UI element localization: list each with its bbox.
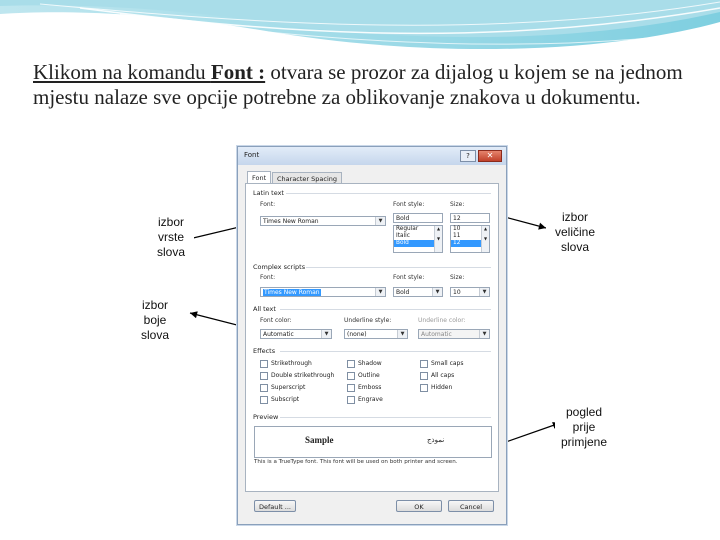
latin-style-label: Font style: <box>393 201 425 208</box>
checkbox-all-caps[interactable]: All caps <box>420 371 454 380</box>
checkbox-box[interactable] <box>260 383 268 392</box>
preview-arabic-text: نموذج <box>427 436 445 444</box>
chevron-down-icon[interactable]: ▼ <box>321 330 331 338</box>
checkbox-strikethrough[interactable]: Strikethrough <box>260 359 312 368</box>
preview-note: This is a TrueType font. This font will … <box>254 459 458 465</box>
complex-size-label: Size: <box>450 274 465 281</box>
callout-preview: pogled prije primjene <box>555 405 613 450</box>
complex-font-combo[interactable]: Times New Roman ▼ <box>260 287 386 297</box>
latin-size-label: Size: <box>450 201 465 208</box>
divider <box>286 193 491 194</box>
latin-font-combo[interactable]: Times New Roman ▼ <box>260 216 386 226</box>
checkbox-box[interactable] <box>260 371 268 380</box>
checkbox-box[interactable] <box>347 383 355 392</box>
latin-size-input[interactable]: 12 <box>450 213 490 223</box>
scrollbar[interactable]: ▲ ▼ <box>434 226 442 252</box>
callout-font-size: izbor veličine slova <box>546 210 604 255</box>
checkbox-small-caps[interactable]: Small caps <box>420 359 463 368</box>
chevron-down-icon[interactable]: ▼ <box>375 288 385 296</box>
checkbox-engrave[interactable]: Engrave <box>347 395 383 404</box>
complex-scripts-heading: Complex scripts <box>253 263 306 271</box>
checkbox-double-strikethrough[interactable]: Double strikethrough <box>260 371 334 380</box>
intro-font-command: Font : <box>210 60 266 84</box>
callout-font-color: izbor boje slova <box>134 298 176 343</box>
divider <box>306 267 491 268</box>
checkbox-subscript[interactable]: Subscript <box>260 395 299 404</box>
checkbox-outline[interactable]: Outline <box>347 371 380 380</box>
help-button[interactable]: ? <box>460 150 476 162</box>
latin-style-input[interactable]: Bold <box>393 213 443 223</box>
font-dialog: Font ? ✕ Font Character Spacing Latin te… <box>237 146 507 525</box>
default-button[interactable]: Default ... <box>254 500 296 512</box>
scrollbar[interactable]: ▲ ▼ <box>481 226 489 252</box>
checkbox-box[interactable] <box>347 359 355 368</box>
chevron-down-icon[interactable]: ▼ <box>375 217 385 225</box>
checkbox-box[interactable] <box>347 395 355 404</box>
font-color-combo[interactable]: Automatic ▼ <box>260 329 332 339</box>
chevron-down-icon[interactable]: ▼ <box>397 330 407 338</box>
checkbox-box[interactable] <box>420 371 428 380</box>
divider <box>280 309 491 310</box>
complex-style-combo[interactable]: Bold ▼ <box>393 287 443 297</box>
arrow-preview <box>502 421 561 444</box>
complex-style-label: Font style: <box>393 274 425 281</box>
underline-color-combo[interactable]: Automatic ▼ <box>418 329 490 339</box>
chevron-down-icon[interactable]: ▼ <box>479 288 489 296</box>
divider <box>280 351 491 352</box>
intro-paragraph: Klikom na komandu Font : otvara se prozo… <box>33 60 703 110</box>
checkbox-shadow[interactable]: Shadow <box>347 359 382 368</box>
complex-size-combo[interactable]: 10 ▼ <box>450 287 490 297</box>
checkbox-box[interactable] <box>420 383 428 392</box>
checkbox-hidden[interactable]: Hidden <box>420 383 452 392</box>
callout-font-type: izbor vrste slova <box>148 215 194 260</box>
latin-text-heading: Latin text <box>253 189 284 197</box>
dialog-title: Font <box>244 151 260 159</box>
close-button[interactable]: ✕ <box>478 150 502 162</box>
cancel-button[interactable]: Cancel <box>448 500 494 512</box>
underline-color-label: Underline color: <box>418 317 466 324</box>
checkbox-box[interactable] <box>420 359 428 368</box>
latin-size-list[interactable]: 10 11 12 ▲ ▼ <box>450 225 490 253</box>
divider <box>280 417 491 418</box>
dialog-titlebar: Font ? ✕ <box>238 147 506 165</box>
checkbox-box[interactable] <box>260 395 268 404</box>
chevron-down-icon[interactable]: ▼ <box>479 330 489 338</box>
checkbox-superscript[interactable]: Superscript <box>260 383 305 392</box>
header-decoration <box>0 0 720 50</box>
preview-heading: Preview <box>253 413 279 421</box>
checkbox-box[interactable] <box>347 371 355 380</box>
effects-heading: Effects <box>253 347 276 355</box>
complex-font-label: Font: <box>260 274 276 281</box>
checkbox-box[interactable] <box>260 359 268 368</box>
preview-box: Sample نموذج <box>254 426 492 458</box>
font-color-label: Font color: <box>260 317 292 324</box>
underline-style-combo[interactable]: (none) ▼ <box>344 329 408 339</box>
intro-command-text: Klikom na komandu <box>33 60 211 84</box>
ok-button[interactable]: OK <box>396 500 442 512</box>
latin-font-label: Font: <box>260 201 276 208</box>
chevron-down-icon[interactable]: ▼ <box>432 288 442 296</box>
underline-style-label: Underline style: <box>344 317 392 324</box>
latin-style-list[interactable]: Regular Italic Bold ▲ ▼ <box>393 225 443 253</box>
preview-sample-text: Sample <box>305 435 334 445</box>
all-text-heading: All text <box>253 305 276 313</box>
checkbox-emboss[interactable]: Emboss <box>347 383 381 392</box>
